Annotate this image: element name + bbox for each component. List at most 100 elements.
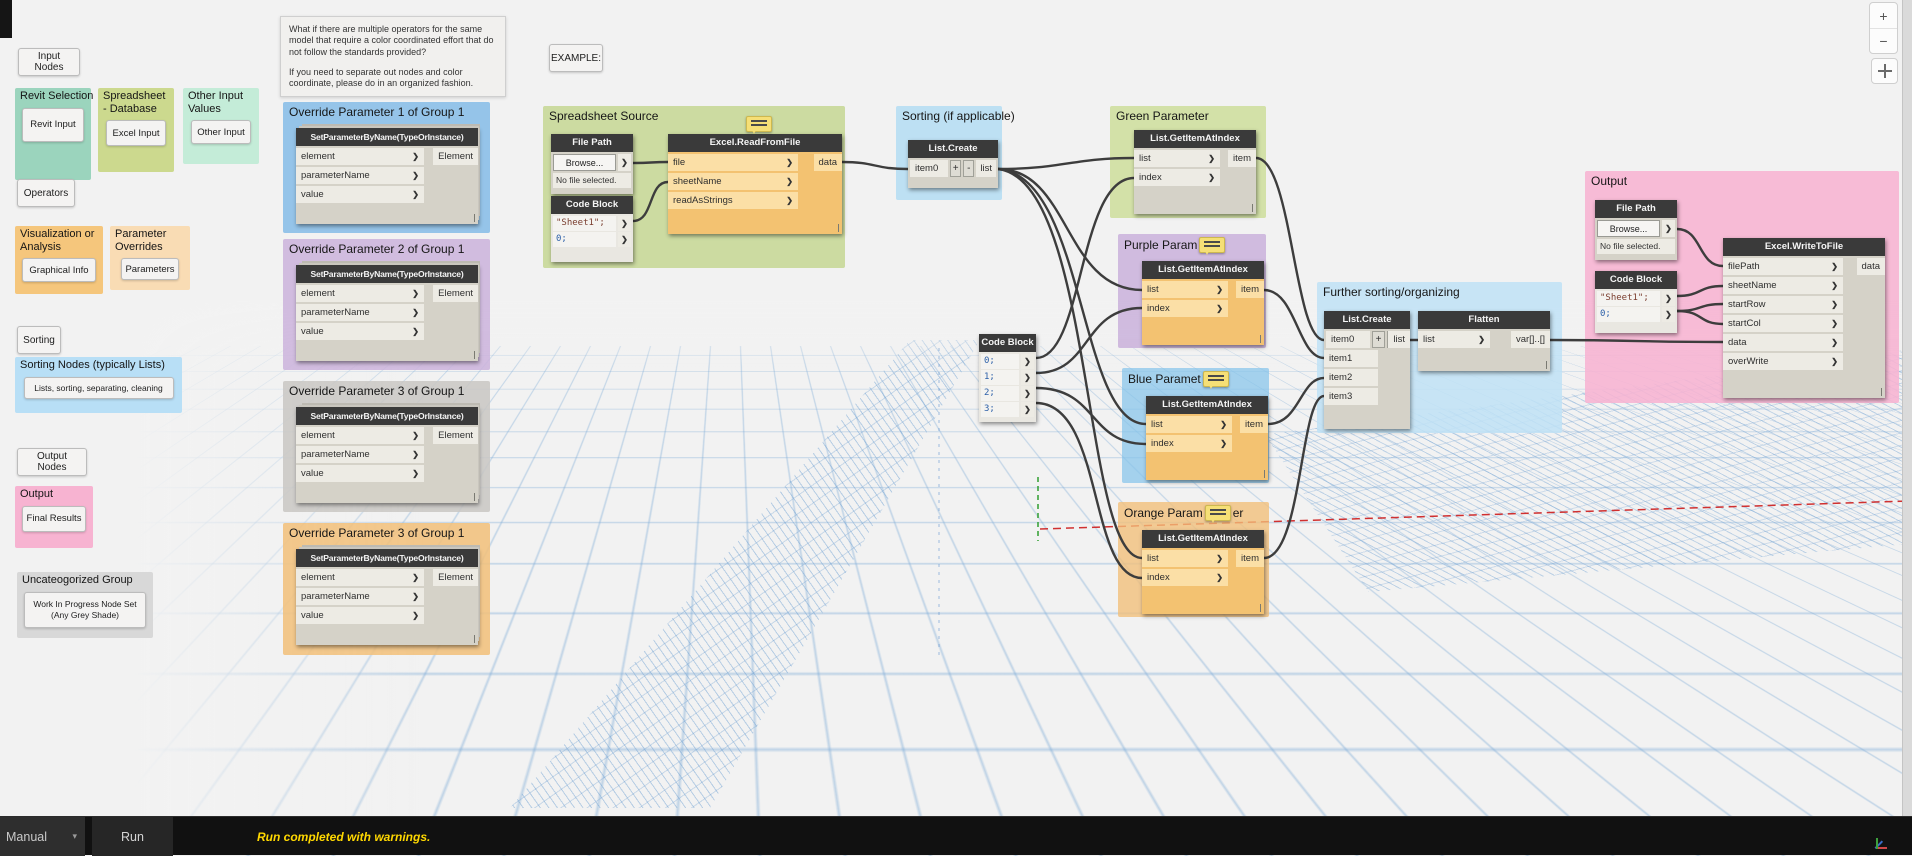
node-flatten[interactable]: Flatten list var[]..[] [1418,311,1550,371]
input-port-item0[interactable]: item0 [1326,331,1370,348]
input-port-list[interactable]: list [1134,150,1220,167]
resize-grip[interactable] [474,214,475,222]
resize-grip[interactable] [474,493,475,501]
output-port[interactable] [1662,220,1675,237]
input-port-index[interactable]: index [1142,300,1228,317]
input-port-readasstrings[interactable]: readAsStrings [668,192,798,209]
node-title[interactable]: Flatten [1418,311,1550,329]
annotation-note[interactable]: What if there are multiple operators for… [280,16,506,98]
pan-button[interactable] [1871,58,1898,84]
output-port-item[interactable]: item [1240,416,1268,433]
input-port-parametername[interactable]: parameterName [296,588,424,605]
node-title[interactable]: List.GetItemAtIndex [1142,261,1264,279]
node-title[interactable]: Excel.WriteToFile [1723,238,1885,256]
input-port-file[interactable]: file [668,154,798,171]
run-mode-dropdown[interactable]: Manual ▾ [0,817,85,856]
note-icon[interactable] [1202,371,1229,389]
resize-grip[interactable] [1260,604,1261,612]
note-icon[interactable] [1199,237,1226,255]
browse-button[interactable]: Browse... [553,154,616,171]
input-port-list[interactable]: list [1418,331,1490,348]
input-port-startcol[interactable]: startCol [1723,315,1843,332]
output-port[interactable] [1662,307,1675,322]
output-port-list[interactable]: list [976,160,996,177]
input-port-index[interactable]: index [1146,435,1232,452]
resize-grip[interactable] [1252,204,1253,212]
node-list-create-sorting[interactable]: List.Create item0 + - list [908,140,998,188]
node-file-path-output[interactable]: File Path Browse... No file selected. [1595,200,1677,260]
node-title[interactable]: File Path [551,134,633,152]
input-port-element[interactable]: element [296,427,424,444]
output-port-item[interactable]: item [1228,150,1256,167]
node-excel-read-from-file[interactable]: Excel.ReadFromFile file sheetName readAs… [668,134,842,234]
output-port[interactable] [1021,354,1034,369]
note-icon[interactable] [746,116,772,134]
code-line[interactable]: 1; [981,370,1019,385]
node-get-item-green[interactable]: List.GetItemAtIndex list index item [1134,130,1256,214]
add-port-button[interactable]: + [1372,331,1385,348]
code-line[interactable]: "Sheet1"; [1597,291,1660,306]
output-port-item[interactable]: item [1236,281,1264,298]
node-title[interactable]: List.GetItemAtIndex [1134,130,1256,148]
input-port-sheetname[interactable]: sheetName [668,173,798,190]
output-port-var[interactable]: var[]..[] [1510,331,1550,348]
legend-item-lists-sorting[interactable]: Lists, sorting, separating, cleaning [23,376,174,399]
legend-group-other-input-values[interactable]: Other Input Values Other Input [183,88,259,164]
legend-item-revit-input[interactable]: Revit Input [22,107,84,142]
legend-group-output[interactable]: Output Final Results [15,486,93,548]
input-port-parametername[interactable]: parameterName [296,304,424,321]
input-port-overwrite[interactable]: overWrite [1723,353,1843,370]
code-line[interactable]: 0; [981,354,1019,369]
node-title[interactable]: SetParameterByName(TypeOrInstance) [296,407,478,425]
note-icon[interactable] [1204,505,1231,523]
input-port-data[interactable]: data [1723,334,1843,351]
input-port-item0[interactable]: item0 [910,160,949,177]
input-port-value[interactable]: value [296,465,424,482]
resize-grip[interactable] [1881,388,1882,396]
node-file-path-source[interactable]: File Path Browse... No file selected. [551,134,633,194]
scrollbar[interactable] [1902,0,1912,855]
output-port-element[interactable]: Element [433,569,478,586]
legend-item-parameters[interactable]: Parameters [121,258,179,281]
input-port-element[interactable]: element [296,569,424,586]
legend-group-sorting-nodes[interactable]: Sorting Nodes (typically Lists) Lists, s… [15,357,182,413]
output-port[interactable] [618,154,631,171]
input-port-element[interactable]: element [296,285,424,302]
resize-grip[interactable] [474,351,475,359]
input-port-value[interactable]: value [296,186,424,203]
legend-button-operators[interactable]: Operators [17,179,75,207]
code-line[interactable]: "Sheet1"; [553,216,616,231]
input-port-item3[interactable]: item3 [1324,388,1378,405]
input-port-parametername[interactable]: parameterName [296,167,424,184]
node-title[interactable]: List.GetItemAtIndex [1146,396,1268,414]
legend-group-uncategorized[interactable]: Uncateogorized Group Work In Progress No… [17,572,153,638]
node-title[interactable]: List.Create [1324,311,1410,329]
legend-item-graphical-info[interactable]: Graphical Info [22,258,96,283]
input-port-parametername[interactable]: parameterName [296,446,424,463]
node-get-item-orange[interactable]: List.GetItemAtIndex list index item [1142,530,1264,614]
output-port-element[interactable]: Element [433,285,478,302]
node-title[interactable]: List.Create [908,140,998,158]
resize-grip[interactable] [1260,335,1261,343]
output-port[interactable] [618,232,631,247]
input-port-list[interactable]: list [1142,281,1228,298]
input-port-value[interactable]: value [296,323,424,340]
code-line[interactable]: 0; [1597,307,1660,322]
output-port[interactable] [1662,291,1675,306]
node-title[interactable]: SetParameterByName(TypeOrInstance) [296,128,478,146]
legend-button-sorting[interactable]: Sorting [17,326,61,354]
zoom-in-button[interactable]: + [1870,3,1897,28]
node-set-parameter-by-name-1[interactable]: SetParameterByName(TypeOrInstance) eleme… [296,128,478,224]
node-title[interactable]: Code Block [1595,271,1677,289]
input-port-item2[interactable]: item2 [1324,369,1378,386]
legend-item-final-results[interactable]: Final Results [22,505,86,532]
input-port-filepath[interactable]: filePath [1723,258,1843,275]
run-button[interactable]: Run [92,817,173,856]
node-code-block-indices[interactable]: Code Block 0; 1; 2; 3; [979,334,1036,422]
output-port-data[interactable]: data [1856,258,1885,275]
node-title[interactable]: SetParameterByName(TypeOrInstance) [296,549,478,567]
input-port-startrow[interactable]: startRow [1723,296,1843,313]
input-port-list[interactable]: list [1146,416,1232,433]
input-port-index[interactable]: index [1142,569,1228,586]
browse-button[interactable]: Browse... [1597,220,1660,237]
